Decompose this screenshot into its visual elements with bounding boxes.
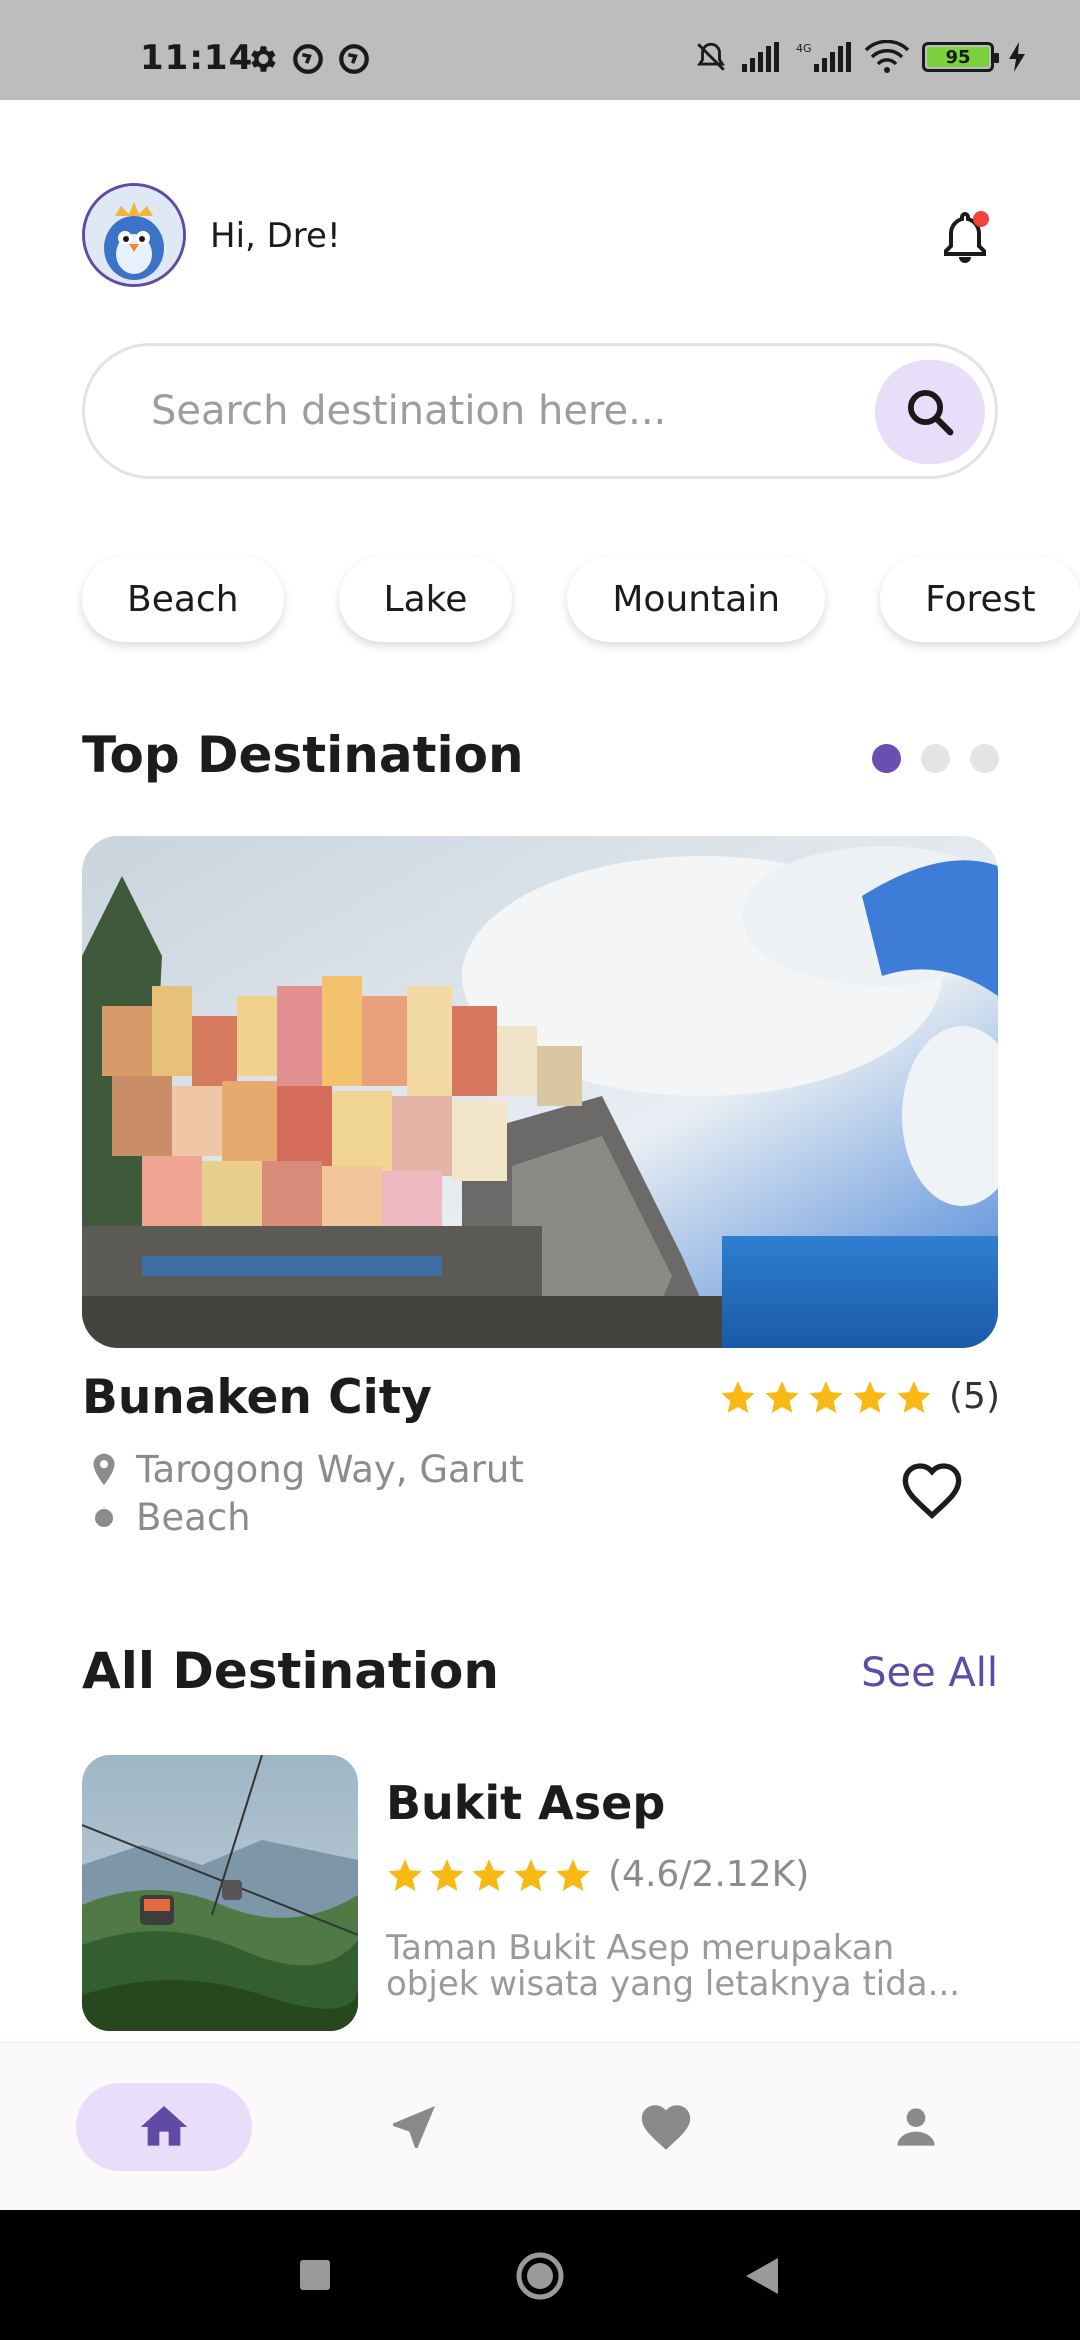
- wifi-icon: [864, 40, 910, 73]
- home-button-icon[interactable]: [514, 2250, 566, 2302]
- star-icon: [556, 1858, 590, 1891]
- signal-icon: [742, 42, 779, 72]
- search-bar: [82, 343, 998, 479]
- location-text: Tarogong Way, Garut: [136, 1448, 524, 1491]
- destination-description: Taman Bukit Asep merupakan objek wisata …: [386, 1930, 961, 2002]
- back-button-icon[interactable]: [744, 2256, 780, 2296]
- sync-icon: [339, 44, 369, 74]
- navigation-icon: [393, 2106, 435, 2148]
- search-button[interactable]: [875, 360, 985, 464]
- search-input[interactable]: [151, 346, 851, 476]
- star-icon: [897, 1380, 931, 1413]
- star-icon: [853, 1380, 887, 1413]
- system-navigation-bar: [0, 2210, 1080, 2340]
- destination-rating: (4.6/2.12K): [386, 1854, 809, 1895]
- greeting-text: Hi, Dre!: [210, 216, 341, 256]
- battery-icon: 95: [922, 42, 999, 72]
- star-icon: [472, 1858, 506, 1891]
- category-chip-forest[interactable]: Forest: [880, 556, 1080, 642]
- carousel-dot[interactable]: [872, 744, 901, 773]
- sync-icon: [293, 44, 323, 74]
- mute-icon: [697, 42, 725, 71]
- status-right-icons: 4G 95: [694, 40, 1028, 74]
- all-destination-title: All Destination: [82, 1642, 499, 1700]
- favorite-icon: [641, 2105, 691, 2150]
- location-pin-icon: [93, 1453, 115, 1485]
- destination-thumbnail[interactable]: [82, 1755, 358, 2031]
- status-left-icons: [245, 42, 371, 76]
- profile-icon: [897, 2108, 935, 2146]
- destination-photo: [82, 1755, 358, 2031]
- nav-explore[interactable]: [326, 2083, 502, 2171]
- carousel-dot[interactable]: [921, 744, 950, 773]
- status-bar: 11:14 4G 95: [0, 0, 1080, 100]
- category-chip-beach[interactable]: Beach: [82, 556, 284, 642]
- search-icon: [907, 389, 954, 436]
- category-list: Beach Lake Mountain Forest: [82, 556, 1080, 642]
- avatar-image: [85, 186, 183, 284]
- star-icon: [514, 1858, 548, 1891]
- top-destination-image[interactable]: [82, 836, 998, 1348]
- avatar[interactable]: [82, 183, 186, 287]
- top-destination-title: Top Destination: [82, 726, 524, 784]
- notification-dot: [973, 211, 989, 227]
- destination-rating-text: (4.6/2.12K): [608, 1854, 810, 1895]
- top-destination-rating-count: (5): [949, 1376, 1000, 1417]
- battery-level: 95: [927, 47, 989, 68]
- status-time: 11:14: [140, 38, 254, 78]
- settings-icon: [251, 46, 276, 72]
- nav-favorites[interactable]: [578, 2083, 754, 2171]
- favorite-heart-icon[interactable]: [900, 1460, 964, 1520]
- destination-title[interactable]: Bukit Asep: [386, 1776, 665, 1830]
- star-icon: [721, 1380, 755, 1413]
- top-destination-name[interactable]: Bunaken City: [82, 1370, 432, 1425]
- top-destination-location: Tarogong Way, Garut: [90, 1448, 524, 1491]
- star-icon: [765, 1380, 799, 1413]
- top-destination-category: Beach: [90, 1496, 251, 1539]
- charging-icon: [1009, 42, 1025, 72]
- bullet-icon: [95, 1508, 113, 1527]
- nav-home[interactable]: [76, 2083, 252, 2171]
- signal-4g-icon: 4G: [796, 42, 851, 72]
- carousel-dot[interactable]: [970, 744, 999, 773]
- star-icon: [388, 1858, 422, 1891]
- top-destination-photo: [82, 836, 998, 1348]
- bottom-navigation: [0, 2042, 1080, 2210]
- see-all-link[interactable]: See All: [861, 1650, 998, 1696]
- recents-button-icon[interactable]: [298, 2258, 332, 2292]
- category-chip-mountain[interactable]: Mountain: [567, 556, 826, 642]
- bell-icon[interactable]: [936, 206, 994, 264]
- home-icon: [140, 2106, 188, 2146]
- top-destination-rating: (5): [719, 1376, 1000, 1417]
- star-icon: [809, 1380, 843, 1413]
- star-icon: [430, 1858, 464, 1891]
- carousel-indicator: [872, 744, 999, 773]
- category-text: Beach: [136, 1496, 251, 1539]
- nav-profile[interactable]: [828, 2083, 1004, 2171]
- svg-text:4G: 4G: [796, 42, 812, 55]
- category-chip-lake[interactable]: Lake: [338, 556, 513, 642]
